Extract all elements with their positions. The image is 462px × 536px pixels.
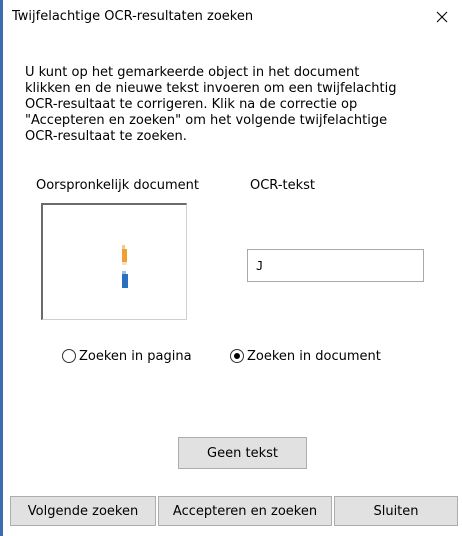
dialog-title: Twijfelachtige OCR-resultaten zoeken xyxy=(12,9,254,24)
no-text-button[interactable]: Geen tekst xyxy=(178,437,307,469)
radio-unchecked-icon xyxy=(62,349,76,363)
ocr-snippet-image xyxy=(122,245,128,288)
ocr-text-label: OCR-tekst xyxy=(250,178,315,193)
close-icon[interactable] xyxy=(422,0,462,33)
radio-checked-icon xyxy=(230,349,244,363)
window-border xyxy=(0,0,3,536)
ocr-text-input[interactable] xyxy=(247,249,424,282)
close-button[interactable]: Sluiten xyxy=(334,496,458,526)
original-document-preview xyxy=(41,203,187,320)
search-in-page-radio[interactable]: Zoeken in pagina xyxy=(62,346,192,366)
search-in-document-label: Zoeken in document xyxy=(247,348,381,364)
search-in-page-label: Zoeken in pagina xyxy=(79,348,192,364)
title-bar[interactable]: Twijfelachtige OCR-resultaten zoeken xyxy=(3,0,462,33)
search-in-document-radio[interactable]: Zoeken in document xyxy=(230,346,381,366)
instructions-text: U kunt op het gemarkeerde object in het … xyxy=(25,65,397,144)
ocr-dialog: Twijfelachtige OCR-resultaten zoeken U k… xyxy=(0,0,462,536)
original-document-label: Oorspronkelijk document xyxy=(36,178,199,193)
accept-and-find-button[interactable]: Accepteren en zoeken xyxy=(158,496,332,526)
find-next-button[interactable]: Volgende zoeken xyxy=(10,496,156,526)
